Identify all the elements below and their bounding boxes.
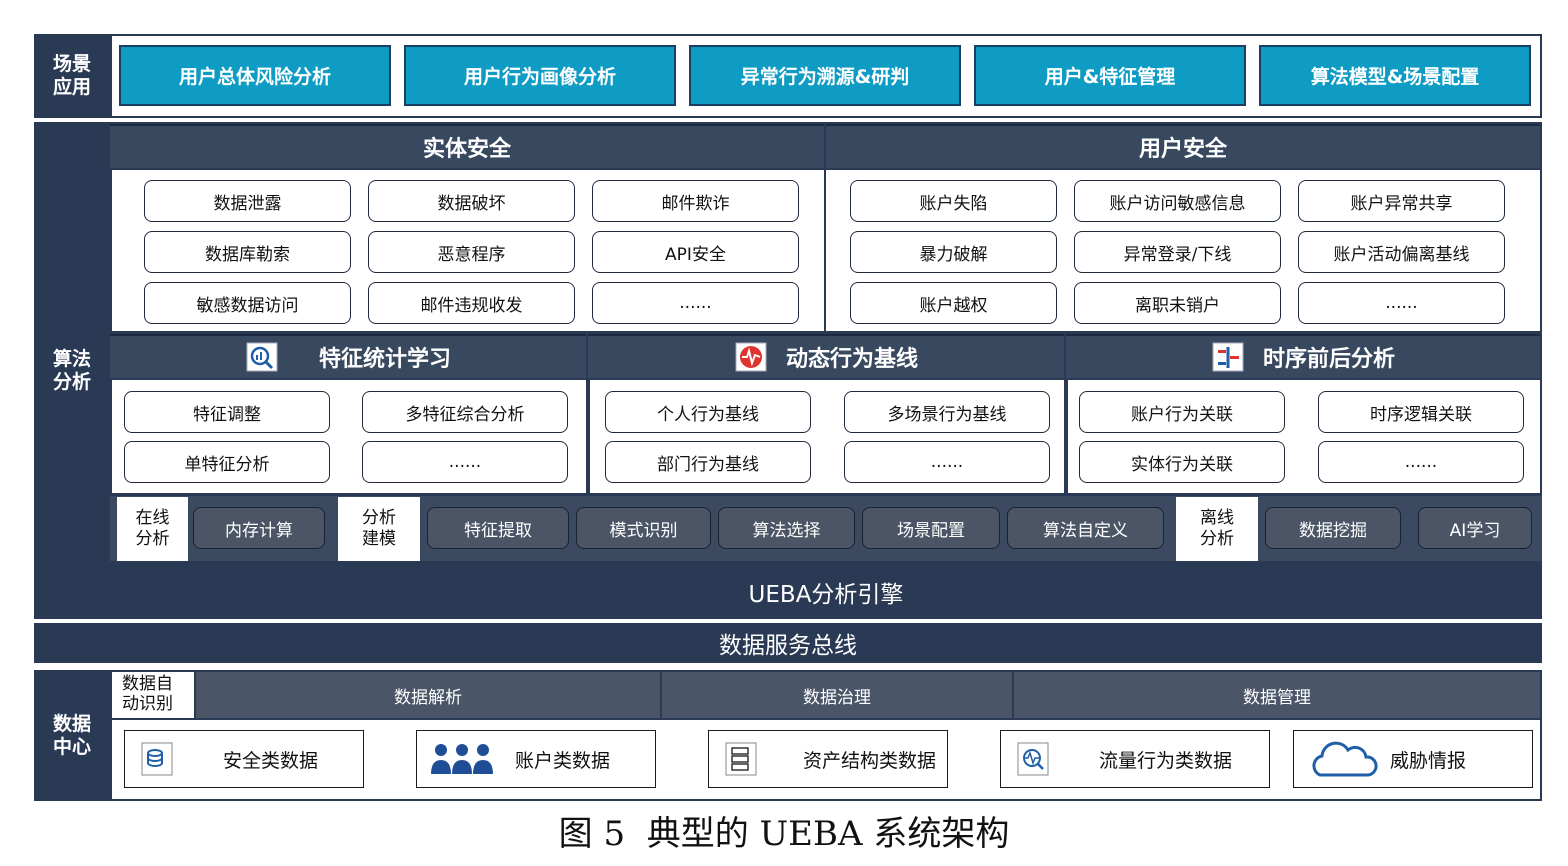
scene-item-user-feature[interactable]: 用户&特征管理 [974,45,1246,106]
method-item[interactable]: 特征调整 [124,391,330,433]
data-source-security[interactable]: 安全类数据 [124,730,364,788]
method-item[interactable]: 个人行为基线 [605,391,811,433]
data-source-asset[interactable]: 资产结构类数据 [708,730,948,788]
offline-analysis-label: 离线分析 [1176,497,1258,561]
method-item[interactable]: ...... [844,441,1050,483]
user-item[interactable]: 账户越权 [850,282,1057,324]
engine-item[interactable]: 场景配置 [862,507,1000,549]
entity-item[interactable]: 数据库勒索 [144,231,351,273]
algo-side-label-text: 算法分析 [52,347,91,393]
method-item[interactable]: 部门行为基线 [605,441,811,483]
scene-item-risk[interactable]: 用户总体风险分析 [119,45,391,106]
data-service-bus: 数据服务总线 [34,623,1542,663]
user-item[interactable]: ...... [1298,282,1505,324]
heartbeat-icon [734,341,770,373]
entity-item[interactable]: ...... [592,282,799,324]
database-icon [139,740,175,778]
scene-item-model-config[interactable]: 算法模型&场景配置 [1259,45,1531,106]
algo-side-label: 算法分析 [34,122,110,619]
data-center-side-label-text: 数据中心 [52,712,91,758]
modeling-label: 分析建模 [338,497,420,561]
entity-item[interactable]: 邮件欺诈 [592,180,799,222]
online-analysis-label: 在线分析 [117,497,188,561]
method-title: 动态行为基线 [785,347,918,372]
magnifier-chart-icon [245,341,281,373]
entity-item[interactable]: 数据泄露 [144,180,351,222]
engine-item[interactable]: 算法自定义 [1007,507,1164,549]
data-center-side-label: 数据中心 [34,670,110,801]
method-item[interactable]: 单特征分析 [124,441,330,483]
method-item[interactable]: 多场景行为基线 [844,391,1050,433]
method-item[interactable]: 账户行为关联 [1079,391,1285,433]
data-source-label: 流量行为类数据 [1099,749,1233,772]
entity-item[interactable]: API安全 [592,231,799,273]
data-source-traffic[interactable]: 流量行为类数据 [1000,730,1270,788]
entity-item[interactable]: 数据破坏 [368,180,575,222]
engine-item[interactable]: 模式识别 [576,507,711,549]
method-item[interactable]: 多特征综合分析 [362,391,568,433]
user-item[interactable]: 暴力破解 [850,231,1057,273]
method-title: 时序前后分析 [1262,347,1395,372]
user-item[interactable]: 异常登录/下线 [1074,231,1281,273]
method-item[interactable]: 时序逻辑关联 [1318,391,1524,433]
data-source-account[interactable]: 账户类数据 [416,730,656,788]
data-header-parse: 数据解析 [196,672,660,718]
cloud-icon [1306,739,1380,779]
entity-security-title: 实体安全 [110,124,824,168]
entity-item[interactable]: 邮件违规收发 [368,282,575,324]
method-header-feature: 特征统计学习 [110,334,586,378]
engine-item[interactable]: 特征提取 [427,507,569,549]
user-security-title: 用户安全 [826,124,1540,168]
figure-caption: 图 5 典型的 UEBA 系统架构 [558,814,1010,854]
user-item[interactable]: 账户失陷 [850,180,1057,222]
user-item[interactable]: 账户异常共享 [1298,180,1505,222]
data-source-label: 威胁情报 [1390,749,1467,772]
user-item[interactable]: 离职未销户 [1074,282,1281,324]
method-item[interactable]: ...... [362,441,568,483]
data-source-label: 资产结构类数据 [803,749,937,772]
user-item[interactable]: 账户活动偏离基线 [1298,231,1505,273]
engine-item[interactable]: 数据挖掘 [1265,507,1401,549]
entity-item[interactable]: 敏感数据访问 [144,282,351,324]
data-source-label: 安全类数据 [223,749,319,772]
data-source-label: 账户类数据 [515,749,611,772]
traffic-icon [1015,740,1051,778]
method-header-sequence: 时序前后分析 [1066,334,1540,378]
data-header-govern: 数据治理 [662,672,1012,718]
server-icon [723,740,759,778]
scene-side-label: 场景应用 [34,34,110,118]
engine-item[interactable]: 算法选择 [718,507,855,549]
users-icon [427,740,497,778]
entity-item[interactable]: 恶意程序 [368,231,575,273]
auto-identify-label: 数据自动识别 [112,672,194,718]
method-title: 特征统计学习 [318,347,451,372]
timeline-icon [1211,341,1247,373]
scene-side-label-text: 场景应用 [52,53,91,98]
engine-title: UEBA分析引擎 [748,581,904,608]
engine-item[interactable]: AI学习 [1418,507,1532,549]
data-source-threat-intel[interactable]: 威胁情报 [1293,730,1533,788]
method-item[interactable]: ...... [1318,441,1524,483]
user-item[interactable]: 账户访问敏感信息 [1074,180,1281,222]
data-header-manage: 数据管理 [1014,672,1540,718]
method-item[interactable]: 实体行为关联 [1079,441,1285,483]
method-header-baseline: 动态行为基线 [588,334,1064,378]
scene-item-profile[interactable]: 用户行为画像分析 [404,45,676,106]
engine-item[interactable]: 内存计算 [193,507,325,549]
scene-item-trace[interactable]: 异常行为溯源&研判 [689,45,961,106]
